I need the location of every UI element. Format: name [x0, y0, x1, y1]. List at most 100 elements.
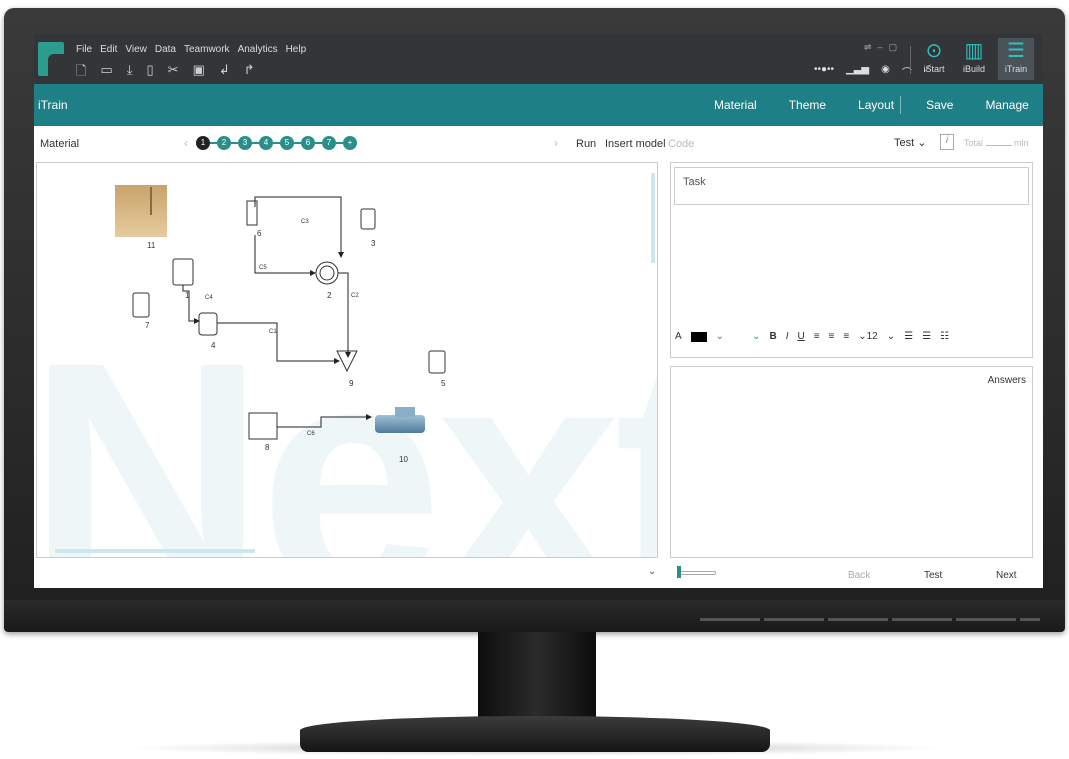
ibuild-icon: ▥ — [964, 40, 984, 62]
font-size-value: 12 — [866, 331, 878, 342]
answers-pane[interactable]: Answers — [670, 366, 1033, 558]
paste-icon[interactable]: ▣ — [193, 62, 205, 84]
test-dropdown[interactable]: Test ⌄ — [894, 136, 926, 149]
insert-model-button[interactable]: Insert model — [605, 138, 666, 150]
undo-icon[interactable]: ↲ — [219, 62, 230, 84]
window-controls: ⇌ – ▢ — [864, 42, 897, 53]
info-icon[interactable]: i — [940, 134, 954, 150]
step-indicator: 1 2 3 4 5 6 7 + — [196, 136, 357, 150]
menu-data[interactable]: Data — [155, 44, 176, 55]
font-color-label: A — [675, 331, 682, 342]
menu-help[interactable]: Help — [286, 44, 307, 55]
step-connector — [315, 142, 322, 144]
font-size-dropdown[interactable]: ⌄12 — [858, 331, 878, 342]
step-7[interactable]: 7 — [322, 136, 336, 150]
itrain-label: iTrain — [1004, 64, 1028, 74]
nav-manage[interactable]: Manage — [985, 98, 1028, 112]
stream-label: C4 — [205, 295, 213, 301]
toolbar: 🗋 ▭ ⤓ ▯ ✂ ▣ ↲ ↱ — [76, 62, 255, 84]
task-input[interactable]: Task — [674, 167, 1029, 205]
step-5[interactable]: 5 — [280, 136, 294, 150]
menu-edit[interactable]: Edit — [100, 44, 117, 55]
chart-icon[interactable]: ▁▃▅ — [846, 64, 869, 79]
chevron-down-icon[interactable]: ⌄ — [648, 566, 656, 577]
app-logo — [38, 42, 64, 76]
min-label: min — [1014, 138, 1029, 148]
code-button[interactable]: Code — [668, 138, 694, 150]
indent-icon[interactable]: ☷ — [940, 331, 949, 342]
mixer-node-9[interactable] — [336, 350, 358, 373]
filter-node-8[interactable] — [248, 412, 278, 440]
bullet-list-icon[interactable]: ☰ — [904, 331, 913, 342]
step-1[interactable]: 1 — [196, 136, 210, 150]
step-2[interactable]: 2 — [217, 136, 231, 150]
network-icon[interactable]: ••●•• — [814, 64, 834, 79]
bold-button[interactable]: B — [769, 331, 776, 342]
redo-icon[interactable]: ↱ — [244, 62, 255, 84]
chevron-down-icon[interactable]: ⌄ — [752, 331, 760, 342]
nav-layout[interactable]: Layout — [858, 98, 894, 112]
node-label: 1 — [185, 291, 190, 300]
node-label: 3 — [371, 239, 376, 248]
open-folder-icon[interactable]: ▭ — [100, 62, 112, 84]
new-file-icon[interactable]: 🗋 — [76, 62, 86, 84]
tank-node-3[interactable] — [360, 208, 376, 230]
format-toolbar: A ⌄ ⌄ B I U ≡ ≡ ≡ ⌄12 ⌄ ☰ ☰ ☷ — [675, 331, 949, 342]
zoom-slider[interactable] — [678, 571, 716, 575]
tank-node-7[interactable] — [132, 292, 150, 318]
download-icon[interactable]: ⤓ — [127, 62, 133, 84]
separator-node-4[interactable] — [198, 312, 218, 336]
flowsheet-canvas[interactable]: Nexten — [36, 162, 658, 558]
run-button[interactable]: Run — [576, 138, 596, 150]
align-right-icon[interactable]: ≡ — [843, 331, 849, 342]
copy-icon[interactable]: ▯ — [147, 62, 154, 84]
node-label: 4 — [211, 341, 216, 350]
pin-icon[interactable]: ⇌ — [864, 42, 872, 53]
valve-node-5[interactable] — [428, 350, 446, 374]
minimize-icon[interactable]: – — [878, 42, 883, 53]
nav-material[interactable]: Material — [714, 98, 757, 112]
test-dropdown-label: Test — [894, 137, 915, 149]
cut-icon[interactable]: ✂ — [168, 62, 179, 84]
nav-save[interactable]: Save — [926, 98, 953, 112]
italic-button[interactable]: I — [786, 331, 789, 342]
underline-button[interactable]: U — [797, 331, 804, 342]
istart-button[interactable]: ⊙ iStart — [916, 38, 952, 80]
ibuild-button[interactable]: ▥ iBuild — [956, 38, 992, 80]
bottom-bar: ⌄ Back Test Next — [34, 560, 1043, 588]
pump-node-10[interactable] — [375, 415, 425, 433]
nav-bar: iTrain Material Theme Layout Save Manage — [34, 84, 1043, 126]
step-4[interactable]: 4 — [259, 136, 273, 150]
numbered-list-icon[interactable]: ☰ — [922, 331, 931, 342]
chevron-left-icon[interactable]: ‹ — [184, 136, 188, 150]
menu-file[interactable]: File — [76, 44, 92, 55]
align-left-icon[interactable]: ≡ — [814, 331, 820, 342]
test-button[interactable]: Test — [924, 570, 942, 581]
chevron-right-icon[interactable]: › — [554, 136, 558, 150]
flowsheet-diagram — [115, 185, 446, 440]
restore-icon[interactable]: ▢ — [889, 42, 898, 53]
back-button[interactable]: Back — [848, 570, 870, 581]
status-icons: ••●•• ▁▃▅ ◉ ⌒ ⟋ — [814, 64, 931, 79]
font-color-swatch[interactable] — [690, 331, 707, 342]
menu-view[interactable]: View — [125, 44, 147, 55]
add-step-button[interactable]: + — [343, 136, 357, 150]
eye-icon[interactable]: ◉ — [881, 64, 890, 79]
zoom-slider-handle[interactable] — [677, 566, 681, 578]
menu-teamwork[interactable]: Teamwork — [184, 44, 230, 55]
next-button[interactable]: Next — [996, 570, 1017, 581]
horizontal-scrollbar[interactable] — [55, 549, 255, 553]
chevron-down-icon[interactable]: ⌄ — [716, 331, 724, 342]
itrain-button[interactable]: ☰ iTrain — [998, 38, 1034, 80]
nav-theme[interactable]: Theme — [789, 98, 826, 112]
stream-label: C5 — [259, 265, 267, 271]
reservoir-node[interactable] — [115, 185, 167, 237]
step-3[interactable]: 3 — [238, 136, 252, 150]
step-6[interactable]: 6 — [301, 136, 315, 150]
chevron-down-icon[interactable]: ⌄ — [887, 331, 895, 342]
total-input[interactable] — [985, 145, 1012, 146]
vertical-scrollbar[interactable] — [651, 173, 655, 263]
column-node-1[interactable] — [172, 258, 194, 286]
align-center-icon[interactable]: ≡ — [829, 331, 835, 342]
menu-analytics[interactable]: Analytics — [238, 44, 278, 55]
